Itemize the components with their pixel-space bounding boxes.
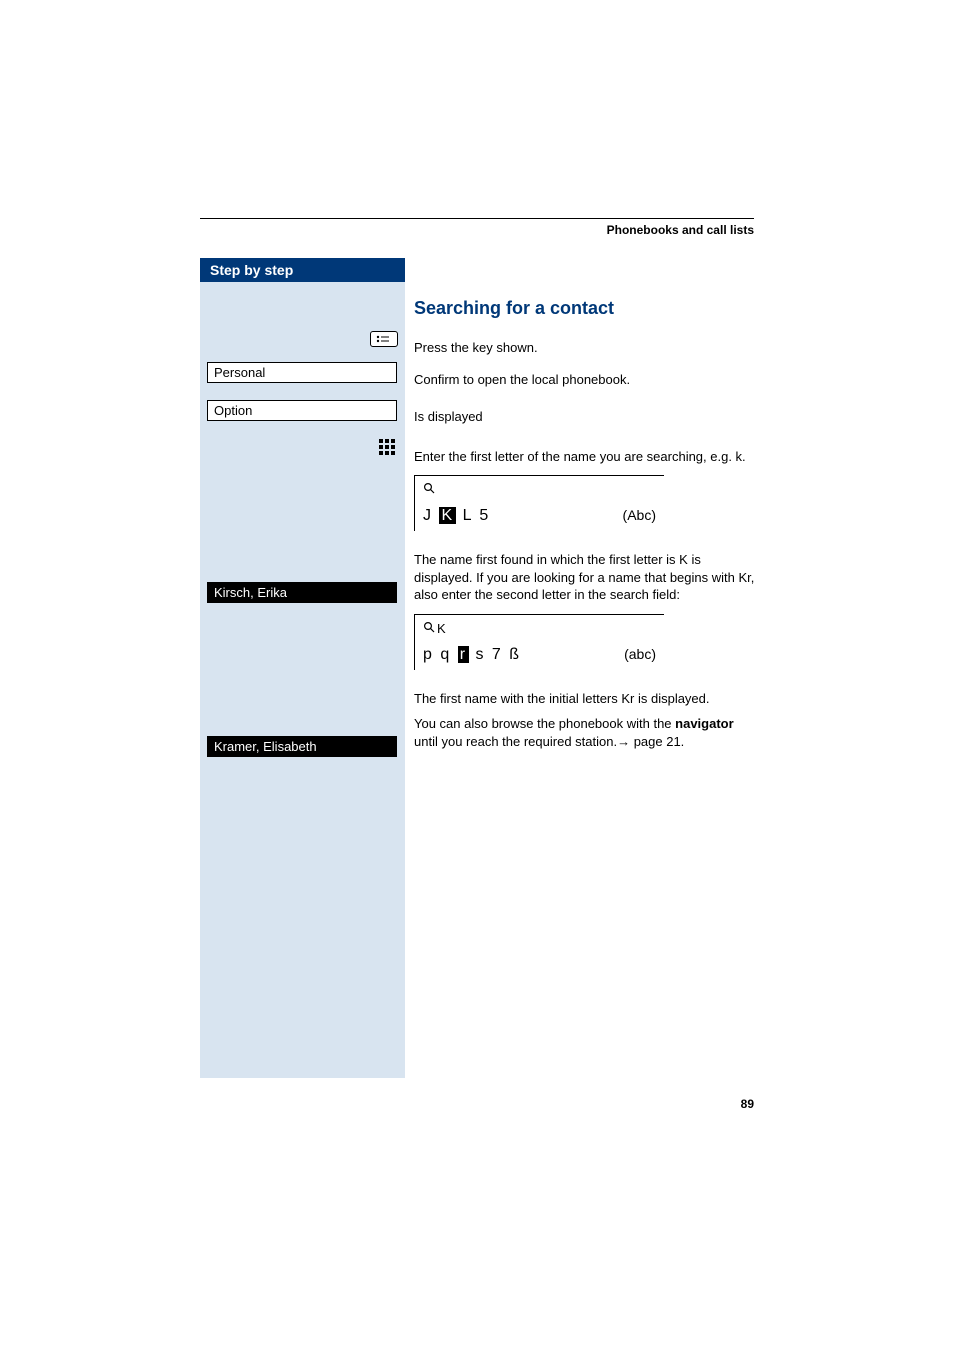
- header-rule: [200, 218, 754, 219]
- sidebar-box-personal: Personal: [207, 362, 397, 383]
- text-kr-displayed: The first name with the initial letters …: [414, 690, 759, 708]
- browse-bold: navigator: [675, 716, 734, 731]
- search-display-1: J K L 5 (Abc): [414, 475, 664, 531]
- letters-after-2: s 7 ß: [469, 646, 521, 663]
- page-ref: page 21.: [630, 734, 684, 749]
- page-header: Phonebooks and call lists: [200, 218, 754, 237]
- phonebook-key-icon: [370, 331, 398, 347]
- browse-pre: You can also browse the phonebook with t…: [414, 716, 675, 731]
- document-page: Phonebooks and call lists Step by step P…: [0, 0, 954, 1351]
- input-mode-1: (Abc): [623, 507, 656, 523]
- letter-options-2: p q r s 7 ß: [423, 646, 521, 664]
- letters-before-1: J: [423, 507, 439, 524]
- browse-post: until you reach the required station.: [414, 734, 617, 749]
- section-heading: Searching for a contact: [414, 298, 759, 319]
- search-letters-row-2: p q r s 7 ß (abc): [423, 646, 656, 664]
- header-section-title: Phonebooks and call lists: [200, 223, 754, 237]
- search-icon: [423, 621, 435, 636]
- text-press-key: Press the key shown.: [414, 339, 759, 357]
- letters-before-2: p q: [423, 646, 458, 663]
- letter-highlight-1: K: [439, 507, 456, 524]
- sidebar-title: Step by step: [200, 258, 405, 282]
- sidebar-box-kramer: Kramer, Elisabeth: [207, 736, 397, 757]
- input-mode-2: (abc): [624, 646, 656, 662]
- arrow-icon: →: [617, 734, 630, 749]
- content-column: Searching for a contact Press the key sh…: [414, 298, 759, 750]
- sidebar-box-kirsch: Kirsch, Erika: [207, 582, 397, 603]
- search-query-row-2: K: [423, 621, 656, 636]
- text-confirm-open: Confirm to open the local phonebook.: [414, 371, 759, 389]
- text-browse-navigator: You can also browse the phonebook with t…: [414, 715, 759, 750]
- text-first-found: The name first found in which the first …: [414, 551, 759, 604]
- search-display-2: K p q r s 7 ß (abc): [414, 614, 664, 670]
- page-number: 89: [741, 1097, 754, 1111]
- keypad-icon: [378, 438, 397, 457]
- search-query-2: K: [437, 621, 446, 636]
- search-query-row-1: [423, 482, 656, 497]
- search-icon: [423, 482, 435, 497]
- sidebar-box-option: Option: [207, 400, 397, 421]
- text-is-displayed: Is displayed: [414, 408, 759, 426]
- text-enter-first: Enter the first letter of the name you a…: [414, 448, 759, 466]
- letter-highlight-2: r: [458, 646, 469, 663]
- letter-options-1: J K L 5: [423, 507, 490, 525]
- search-letters-row-1: J K L 5 (Abc): [423, 507, 656, 525]
- letters-after-1: L 5: [456, 507, 490, 524]
